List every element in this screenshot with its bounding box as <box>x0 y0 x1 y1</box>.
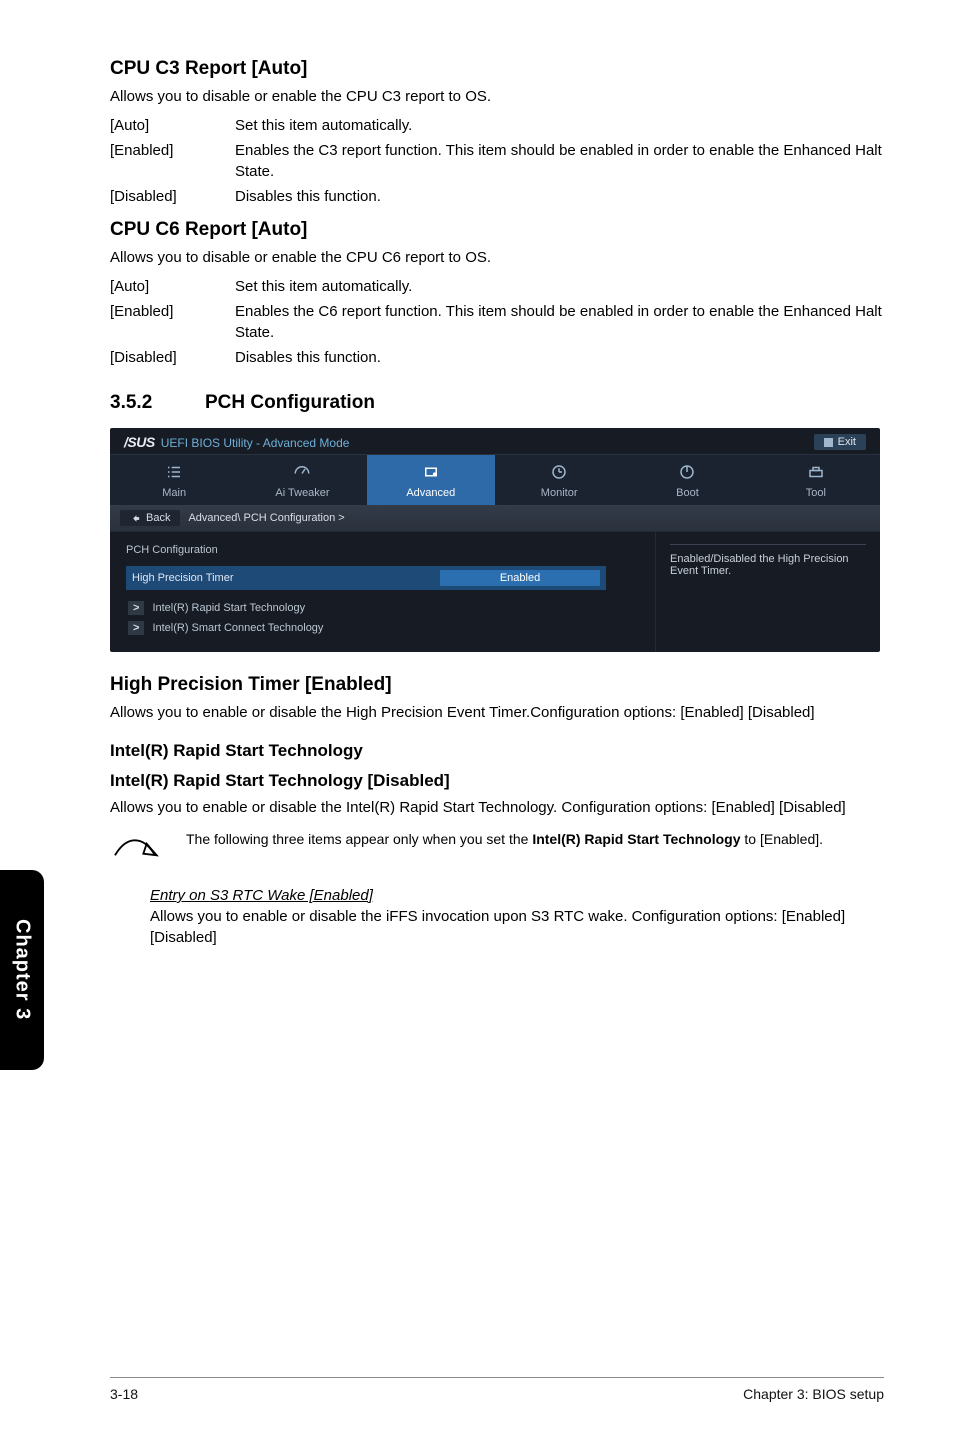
desc-cpu-c6: Allows you to disable or enable the CPU … <box>110 247 884 268</box>
page-number: 3-18 <box>110 1386 138 1402</box>
heading-entry-s3: Entry on S3 RTC Wake [Enabled] <box>150 887 884 904</box>
config-title: PCH Configuration <box>126 544 639 556</box>
desc-hpt: Allows you to enable or disable the High… <box>110 702 884 723</box>
chevron-right-icon: > <box>128 621 144 635</box>
heading-hpt: High Precision Timer [Enabled] <box>110 674 884 696</box>
submenu-label: Intel(R) Rapid Start Technology <box>152 602 305 614</box>
divider <box>670 544 866 545</box>
tab-ai-tweaker[interactable]: Ai Tweaker <box>238 455 366 505</box>
bios-help-pane: Enabled/Disabled the High Precision Even… <box>655 532 880 652</box>
desc-irst: Allows you to enable or disable the Inte… <box>110 797 884 818</box>
heading-irst: Intel(R) Rapid Start Technology <box>110 741 884 761</box>
table-row: [Auto]Set this item automatically. <box>110 113 884 138</box>
note-text-a: The following three items appear only wh… <box>186 831 532 847</box>
tab-advanced[interactable]: Advanced <box>367 455 495 505</box>
note-block: The following three items appear only wh… <box>110 830 884 869</box>
entry-block: Entry on S3 RTC Wake [Enabled] Allows yo… <box>150 887 884 948</box>
opt-key: [Auto] <box>110 113 235 138</box>
bios-tabs: Main Ai Tweaker Advanced Monitor Boot To… <box>110 455 880 505</box>
heading-number: 3.5.2 <box>110 392 205 414</box>
heading-irst-disabled: Intel(R) Rapid Start Technology [Disable… <box>110 771 884 791</box>
bios-body: PCH Configuration High Precision Timer E… <box>110 532 880 652</box>
desc-entry-s3: Allows you to enable or disable the iFFS… <box>150 906 884 948</box>
exit-icon <box>824 438 833 447</box>
back-arrow-icon <box>130 513 141 524</box>
field-high-precision-timer[interactable]: High Precision Timer Enabled <box>126 566 606 590</box>
bios-left-pane: PCH Configuration High Precision Timer E… <box>110 532 655 652</box>
opt-key: [Disabled] <box>110 345 235 370</box>
tuner-icon <box>238 463 366 481</box>
bios-logo-area: /SUS UEFI BIOS Utility - Advanced Mode <box>124 434 349 450</box>
opt-val: Set this item automatically. <box>235 274 884 299</box>
submenu-label: Intel(R) Smart Connect Technology <box>152 622 323 634</box>
tab-tool[interactable]: Tool <box>752 455 880 505</box>
field-label: High Precision Timer <box>132 572 233 584</box>
note-bold: Intel(R) Rapid Start Technology <box>532 831 740 847</box>
exit-label: Exit <box>838 436 856 448</box>
tab-boot[interactable]: Boot <box>623 455 751 505</box>
opt-key: [Auto] <box>110 274 235 299</box>
options-cpu-c3: [Auto]Set this item automatically. [Enab… <box>110 113 884 209</box>
breadcrumb-row: Back Advanced\ PCH Configuration > <box>110 505 880 532</box>
heading-cpu-c3: CPU C3 Report [Auto] <box>110 58 884 80</box>
field-value[interactable]: Enabled <box>440 570 600 586</box>
bios-subtitle: UEFI BIOS Utility - Advanced Mode <box>161 436 350 450</box>
chip-icon <box>367 463 495 481</box>
note-icon <box>110 830 160 869</box>
tab-monitor[interactable]: Monitor <box>495 455 623 505</box>
footer-chapter: Chapter 3: BIOS setup <box>743 1386 884 1402</box>
heading-pch: 3.5.2PCH Configuration <box>110 392 884 414</box>
tab-label: Monitor <box>495 487 623 499</box>
desc-cpu-c3: Allows you to disable or enable the CPU … <box>110 86 884 107</box>
chapter-side-tab: Chapter 3 <box>0 870 44 1070</box>
back-label: Back <box>146 512 170 524</box>
options-cpu-c6: [Auto]Set this item automatically. [Enab… <box>110 274 884 370</box>
tab-label: Advanced <box>367 487 495 499</box>
tab-label: Tool <box>752 487 880 499</box>
chevron-right-icon: > <box>128 601 144 615</box>
opt-val: Set this item automatically. <box>235 113 884 138</box>
chapter-side-label: Chapter 3 <box>11 919 34 1020</box>
heading-cpu-c6: CPU C6 Report [Auto] <box>110 219 884 241</box>
power-icon <box>623 463 751 481</box>
back-button[interactable]: Back <box>120 510 180 526</box>
list-icon <box>110 463 238 481</box>
opt-val: Disables this function. <box>235 345 884 370</box>
opt-key: [Disabled] <box>110 184 235 209</box>
exit-button[interactable]: Exit <box>814 434 866 450</box>
monitor-icon <box>495 463 623 481</box>
asus-logo: /SUS <box>124 434 155 450</box>
note-text-b: to [Enabled]. <box>741 831 824 847</box>
tab-label: Boot <box>623 487 751 499</box>
page-footer: 3-18 Chapter 3: BIOS setup <box>110 1377 884 1402</box>
bios-titlebar: /SUS UEFI BIOS Utility - Advanced Mode E… <box>110 428 880 455</box>
table-row: [Disabled]Disables this function. <box>110 184 884 209</box>
table-row: [Enabled]Enables the C3 report function.… <box>110 138 884 184</box>
table-row: [Enabled]Enables the C6 report function.… <box>110 299 884 345</box>
breadcrumb: Advanced\ PCH Configuration > <box>188 512 344 524</box>
tab-label: Main <box>110 487 238 499</box>
help-text: Enabled/Disabled the High Precision Even… <box>670 553 849 577</box>
opt-val: Disables this function. <box>235 184 884 209</box>
heading-text: PCH Configuration <box>205 392 375 413</box>
submenu-rapid-start[interactable]: > Intel(R) Rapid Start Technology <box>126 598 639 618</box>
table-row: [Auto]Set this item automatically. <box>110 274 884 299</box>
opt-key: [Enabled] <box>110 299 235 345</box>
table-row: [Disabled]Disables this function. <box>110 345 884 370</box>
bios-panel: /SUS UEFI BIOS Utility - Advanced Mode E… <box>110 428 880 652</box>
note-text: The following three items appear only wh… <box>186 830 823 849</box>
submenu-smart-connect[interactable]: > Intel(R) Smart Connect Technology <box>126 618 639 638</box>
opt-key: [Enabled] <box>110 138 235 184</box>
tab-main[interactable]: Main <box>110 455 238 505</box>
opt-val: Enables the C6 report function. This ite… <box>235 299 884 345</box>
tool-icon <box>752 463 880 481</box>
tab-label: Ai Tweaker <box>238 487 366 499</box>
opt-val: Enables the C3 report function. This ite… <box>235 138 884 184</box>
